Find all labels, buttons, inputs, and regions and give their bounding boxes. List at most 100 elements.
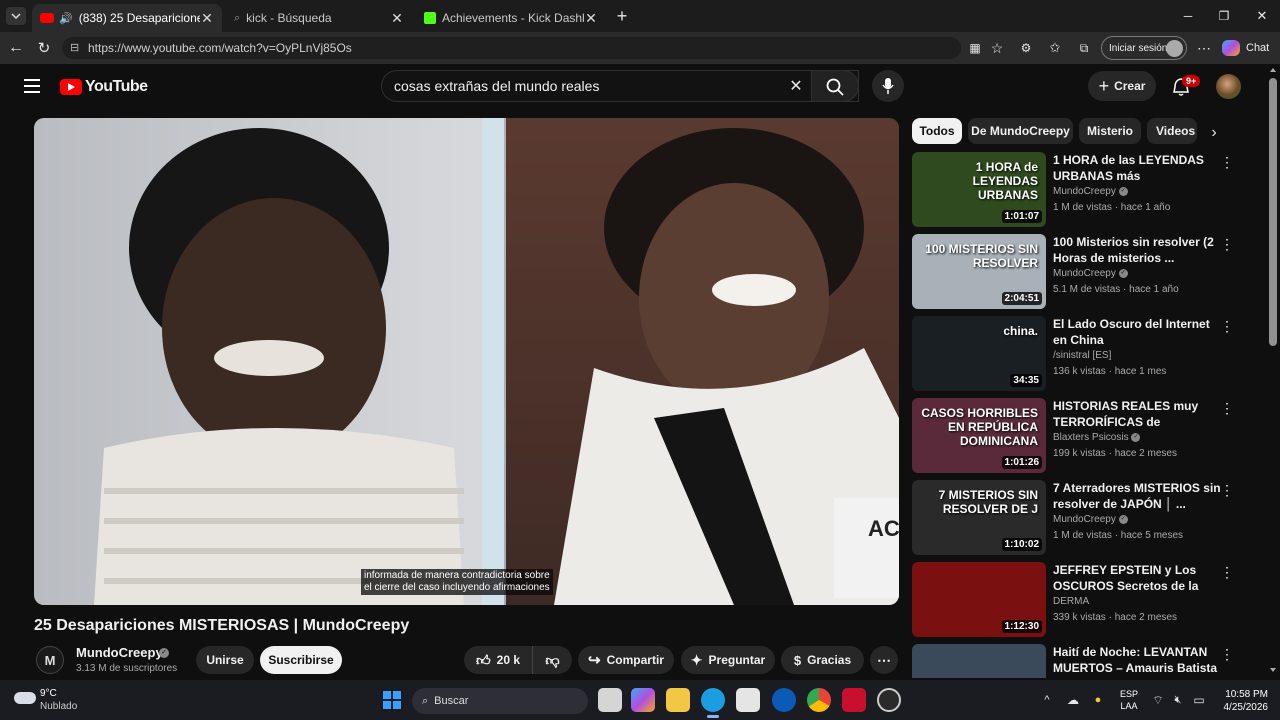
copilot-chat-button[interactable]: Chat: [1222, 38, 1274, 58]
onedrive-icon[interactable]: ☁: [1064, 692, 1082, 708]
more-options-icon[interactable]: ⋮: [1220, 482, 1234, 499]
more-options-icon[interactable]: ⋮: [1220, 318, 1234, 335]
chip-from-channel[interactable]: De MundoCreepy: [968, 118, 1073, 144]
more-actions-button[interactable]: ⋯: [870, 646, 898, 674]
more-options-icon[interactable]: ⋮: [1220, 646, 1232, 663]
thanks-button[interactable]: $ Gracias: [781, 646, 864, 674]
recommendation-channel[interactable]: MundoCreepy ✓: [1053, 268, 1128, 279]
weather-widget[interactable]: 9°C Nublado: [14, 687, 94, 715]
search-button[interactable]: [811, 70, 859, 102]
recommendation-channel[interactable]: /sinistral [ES]: [1053, 350, 1111, 361]
recommendation-title[interactable]: El Lado Oscuro del Internet en China: [1053, 316, 1223, 348]
recommendation-title[interactable]: 100 Misterios sin resolver (2 Horas de m…: [1053, 234, 1223, 266]
recommendation-item[interactable]: 1:12:30 JEFFREY EPSTEIN y Los OSCUROS Sec…: [912, 562, 1234, 640]
collections-icon[interactable]: ⧉: [1075, 39, 1093, 57]
video-thumbnail[interactable]: 7 MISTERIOS SIN RESOLVER DE J 1:10:02: [912, 480, 1046, 555]
recommendation-item[interactable]: 1 HORA de LEYENDAS URBANAS 1:01:07 1 HORA …: [912, 152, 1234, 230]
share-button[interactable]: ↪ Compartir: [578, 646, 674, 674]
favorites-icon[interactable]: ✩: [1046, 39, 1064, 57]
read-aloud-icon[interactable]: ▦: [966, 39, 984, 57]
video-thumbnail[interactable]: 100 MISTERIOS SIN RESOLVER 2:04:51: [912, 234, 1046, 309]
channel-avatar[interactable]: M: [36, 646, 64, 674]
recommendation-title[interactable]: HISTORIAS REALES muy TERRORÍFICAS de REP…: [1053, 398, 1223, 430]
join-button[interactable]: Unirse: [196, 646, 254, 674]
recommendation-title[interactable]: Haití de Noche: LEVANTAN MUERTOS – Amaur…: [1053, 644, 1223, 676]
create-button[interactable]: + Crear: [1088, 71, 1156, 101]
recommendation-item[interactable]: china. 34:35 El Lado Oscuro del Internet e…: [912, 316, 1234, 394]
dislike-button[interactable]: 👎︎: [532, 646, 572, 674]
volume-muted-icon[interactable]: 🔇︎: [1170, 692, 1186, 708]
recommendation-channel[interactable]: MundoCreepy ✓: [1053, 186, 1128, 197]
tab-kick-search[interactable]: ⌕ kick - Búsqueda ✕: [226, 4, 412, 32]
clear-search-icon[interactable]: ✕: [786, 76, 806, 96]
video-thumbnail[interactable]: [912, 644, 1046, 678]
recommendation-title[interactable]: 1 HORA de las LEYENDAS URBANAS más ATERR…: [1053, 152, 1223, 184]
more-options-icon[interactable]: ⋮: [1220, 154, 1234, 171]
youtube-logo[interactable]: YouTube: [60, 77, 148, 97]
clock[interactable]: 10:58 PM 4/25/2026: [1212, 688, 1269, 716]
close-tab-icon[interactable]: ✕: [390, 10, 404, 27]
video-thumbnail[interactable]: 1:12:30: [912, 562, 1046, 637]
chip-videos[interactable]: Videos: [1147, 118, 1197, 144]
new-tab-icon[interactable]: +: [612, 6, 632, 26]
wifi-icon[interactable]: ⌔: [1150, 692, 1166, 708]
hamburger-menu-icon[interactable]: [22, 76, 42, 96]
video-thumbnail[interactable]: 1 HORA de LEYENDAS URBANAS 1:01:07: [912, 152, 1046, 227]
location-icon[interactable]: ●: [1090, 692, 1106, 708]
hp-app-icon[interactable]: [772, 688, 796, 712]
address-bar[interactable]: ⊟ https://www.youtube.com/watch?v=OyPLnV…: [62, 37, 961, 59]
page-scrollbar[interactable]: [1266, 64, 1280, 680]
start-button[interactable]: [383, 691, 401, 709]
recommendation-title[interactable]: JEFFREY EPSTEIN y Los OSCUROS Secretos d…: [1053, 562, 1223, 594]
refresh-icon[interactable]: ↻: [34, 38, 54, 58]
tray-overflow-icon[interactable]: ^: [1040, 692, 1054, 708]
ask-button[interactable]: ✦ Preguntar: [681, 646, 775, 674]
like-button[interactable]: 👍︎ 20 k: [464, 646, 532, 674]
video-thumbnail[interactable]: china. 34:35: [912, 316, 1046, 391]
scrollbar-thumb[interactable]: [1269, 78, 1277, 346]
recommendation-title[interactable]: 7 Aterradores MISTERIOS sin resolver de …: [1053, 480, 1223, 512]
account-avatar[interactable]: [1216, 74, 1241, 99]
taskbar-search[interactable]: ⌕ Buscar: [412, 688, 588, 714]
sign-in-button[interactable]: Iniciar sesión: [1101, 36, 1187, 60]
recommendation-channel[interactable]: DERMA: [1053, 596, 1089, 607]
store-icon[interactable]: [736, 688, 760, 712]
chrome-icon[interactable]: [807, 688, 831, 712]
scrollbar-down-arrow-icon[interactable]: [1270, 668, 1276, 672]
close-window-icon[interactable]: ✕: [1250, 6, 1274, 26]
channel-name[interactable]: MundoCreepy: [76, 645, 163, 660]
obs-icon[interactable]: [877, 688, 901, 712]
restore-icon[interactable]: ❐: [1212, 6, 1236, 26]
extensions-icon[interactable]: ⚙: [1017, 39, 1035, 57]
recommendation-item[interactable]: 100 MISTERIOS SIN RESOLVER 2:04:51 100 Mis…: [912, 234, 1234, 312]
chip-all[interactable]: Todos: [912, 118, 962, 144]
tab-list-chevron-icon[interactable]: [6, 7, 26, 25]
task-view-icon[interactable]: [598, 688, 622, 712]
tab-youtube[interactable]: 🔊 (838) 25 Desapariciones MISTE ✕: [32, 4, 222, 32]
more-options-icon[interactable]: ⋮: [1220, 236, 1234, 253]
recommendation-item[interactable]: 7 MISTERIOS SIN RESOLVER DE J 1:10:02 7 At…: [912, 480, 1234, 558]
chip-mystery[interactable]: Misterio: [1079, 118, 1141, 144]
close-tab-icon[interactable]: ✕: [584, 10, 598, 27]
language-indicator[interactable]: ESP LAA: [1116, 688, 1142, 714]
file-explorer-icon[interactable]: [666, 688, 690, 712]
video-player[interactable]: informada de manera contradictoria sobre…: [34, 118, 899, 605]
mcafee-icon[interactable]: [842, 688, 866, 712]
chevron-right-icon[interactable]: ›: [1204, 123, 1224, 143]
video-thumbnail[interactable]: CASOS HORRIBLES EN REPÚBLICA DOMINICANA 1…: [912, 398, 1046, 473]
minimize-icon[interactable]: ─: [1176, 6, 1200, 26]
recommendation-channel[interactable]: Blaxters Psicosis ✓: [1053, 432, 1141, 443]
voice-search-button[interactable]: [872, 70, 904, 102]
close-tab-icon[interactable]: ✕: [200, 10, 214, 27]
site-info-icon[interactable]: ⊟: [70, 41, 79, 54]
more-menu-icon[interactable]: ⋯: [1195, 39, 1213, 57]
recommendation-item[interactable]: Haití de Noche: LEVANTAN MUERTOS – Amaur…: [912, 644, 1232, 678]
more-options-icon[interactable]: ⋮: [1220, 564, 1234, 581]
speaker-icon[interactable]: 🔊: [59, 12, 73, 25]
recommendation-item[interactable]: CASOS HORRIBLES EN REPÚBLICA DOMINICANA 1…: [912, 398, 1234, 476]
battery-icon[interactable]: ▭: [1190, 692, 1208, 708]
more-options-icon[interactable]: ⋮: [1220, 400, 1234, 417]
favorite-star-icon[interactable]: ☆: [988, 39, 1006, 57]
subscribe-button[interactable]: Suscribirse: [260, 646, 342, 674]
recommendation-channel[interactable]: MundoCreepy ✓: [1053, 514, 1128, 525]
